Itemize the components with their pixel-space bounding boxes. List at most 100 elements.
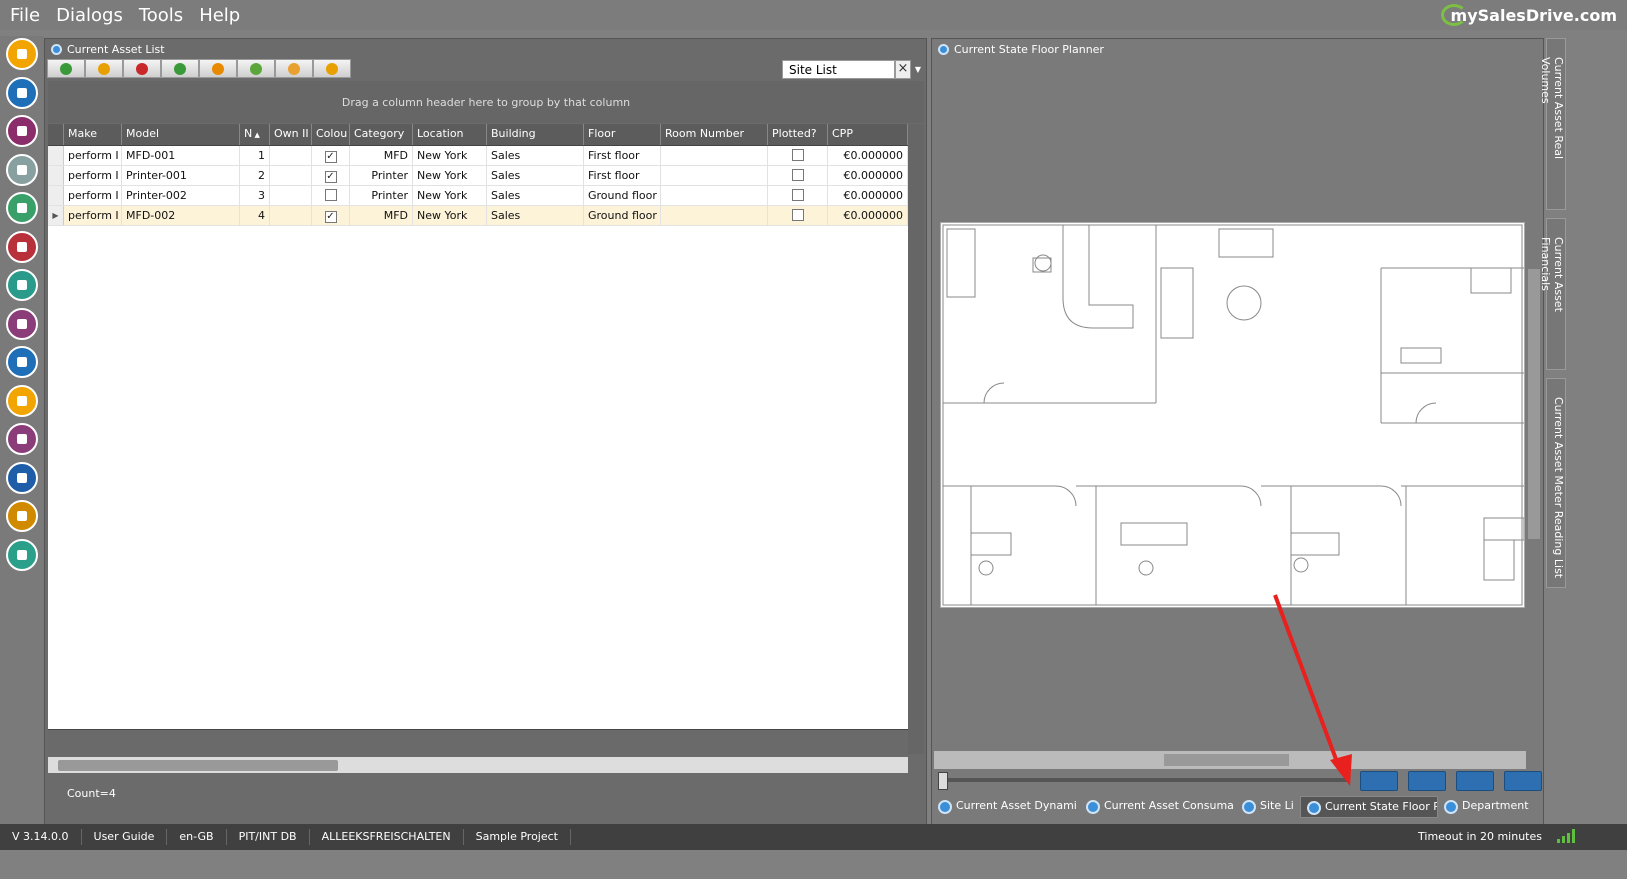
col-room[interactable]: Room Number <box>661 124 768 145</box>
col-location[interactable]: Location <box>413 124 487 145</box>
floor-vertical-scrollbar[interactable] <box>1526 59 1542 751</box>
col-own[interactable]: Own II <box>270 124 312 145</box>
colour-checkbox[interactable] <box>324 189 337 201</box>
colour-checkbox[interactable]: ✓ <box>324 151 337 163</box>
col-model[interactable]: Model <box>122 124 240 145</box>
cell-model: MFD-002 <box>122 206 240 225</box>
document-icon[interactable] <box>6 461 38 494</box>
home-icon[interactable] <box>6 38 38 70</box>
hierarchy-icon[interactable] <box>6 115 38 147</box>
cell-floor: First floor <box>584 166 661 185</box>
cell-category: MFD <box>350 146 413 165</box>
row-indicator <box>48 146 64 165</box>
col-building[interactable]: Building <box>487 124 584 145</box>
tab-asset-dynamics[interactable]: Current Asset Dynami <box>932 796 1080 818</box>
menu-file[interactable]: File <box>10 5 40 26</box>
menu-dialogs[interactable]: Dialogs <box>56 5 123 26</box>
col-make[interactable]: Make <box>64 124 122 145</box>
user-guide-link[interactable]: User Guide <box>82 829 168 845</box>
project-label[interactable]: Sample Project <box>464 829 571 845</box>
settings-button[interactable] <box>199 59 237 78</box>
handshake-icon[interactable] <box>6 384 38 417</box>
cell-room <box>661 166 768 185</box>
tab-real-volumes[interactable]: Current Asset Real Volumes <box>1539 38 1566 210</box>
table-row[interactable]: perform I MFD-001 1 ✓ MFD New York Sales First … <box>48 146 908 166</box>
remove-button[interactable] <box>123 59 161 78</box>
cell-make: perform I <box>64 206 122 225</box>
plotted-checkbox[interactable] <box>791 209 804 221</box>
zoom-slider-handle[interactable] <box>938 772 948 790</box>
target-icon[interactable] <box>6 346 38 378</box>
locale-label[interactable]: en-GB <box>167 829 227 845</box>
grid-vertical-scrollbar[interactable] <box>908 124 924 754</box>
table-row[interactable]: perform I Printer-002 3 Printer New York Sale… <box>48 186 908 206</box>
table-row[interactable]: perform I Printer-001 2 ✓ Printer New York Sal… <box>48 166 908 186</box>
site-list-clear-button[interactable]: × <box>895 60 911 79</box>
cell-building: Sales <box>487 166 584 185</box>
gear-button[interactable] <box>1504 771 1542 791</box>
col-n[interactable]: N ▲ <box>240 124 270 145</box>
folder-icon[interactable] <box>6 76 38 109</box>
cell-plotted <box>768 206 828 225</box>
bar-chart-icon[interactable] <box>6 423 38 455</box>
save-button[interactable] <box>1456 771 1494 791</box>
col-plotted[interactable]: Plotted? <box>768 124 828 145</box>
menu-help[interactable]: Help <box>199 5 240 26</box>
refresh-button[interactable] <box>85 59 123 78</box>
sync-button[interactable] <box>313 59 351 78</box>
col-floor[interactable]: Floor <box>584 124 661 145</box>
briefcase-icon[interactable] <box>6 500 38 532</box>
col-category[interactable]: Category <box>350 124 413 145</box>
tab-floor-planner[interactable]: Current State Floor P <box>1300 796 1438 818</box>
trend-icon[interactable] <box>6 269 38 301</box>
grid-horizontal-scrollbar[interactable] <box>48 757 908 773</box>
cell-model: MFD-001 <box>122 146 240 165</box>
scroll-icon[interactable] <box>6 192 38 224</box>
binoculars-icon[interactable] <box>6 153 38 186</box>
tab-site-list[interactable]: Site Li <box>1236 796 1300 818</box>
brand-logo: mySalesDrive.com <box>1440 4 1617 26</box>
scroll-thumb[interactable] <box>1528 269 1540 539</box>
site-list-input[interactable]: Site List <box>782 60 895 79</box>
tab-financials[interactable]: Current Asset Financials <box>1539 218 1566 370</box>
cell-own <box>270 206 312 225</box>
colour-checkbox[interactable]: ✓ <box>324 211 337 223</box>
cell-floor: First floor <box>584 146 661 165</box>
scroll-thumb[interactable] <box>58 760 338 771</box>
plotted-checkbox[interactable] <box>791 189 804 201</box>
chart-icon[interactable] <box>6 230 38 263</box>
vertical-tabs: Current Asset Real Volumes Current Asset… <box>1539 38 1566 598</box>
cell-floor: Ground floor <box>584 186 661 205</box>
floor-horizontal-scrollbar[interactable] <box>934 751 1526 769</box>
col-colour[interactable]: Colou <box>312 124 350 145</box>
unlock-label[interactable]: ALLEEKSFREISCHALTEN <box>310 829 464 845</box>
plotted-checkbox[interactable] <box>791 169 804 181</box>
move-button[interactable] <box>161 59 199 78</box>
edit-button[interactable] <box>237 59 275 78</box>
chevron-down-icon[interactable]: ▼ <box>911 60 925 79</box>
menu-tools[interactable]: Tools <box>139 5 183 26</box>
database-icon[interactable] <box>6 538 38 571</box>
colour-checkbox[interactable]: ✓ <box>324 171 337 183</box>
eye-icon[interactable] <box>6 307 38 340</box>
cell-n: 2 <box>240 166 270 185</box>
add-button[interactable] <box>47 59 85 78</box>
cell-own <box>270 166 312 185</box>
tab-meter-reading[interactable]: Current Asset Meter Reading List <box>1546 378 1566 588</box>
cell-plotted <box>768 146 828 165</box>
floor-plan-canvas[interactable] <box>940 222 1525 608</box>
group-by-area[interactable]: Drag a column header here to group by th… <box>48 81 924 123</box>
tab-asset-consumables[interactable]: Current Asset Consuma <box>1080 796 1236 818</box>
cell-colour <box>312 186 350 205</box>
table-row[interactable]: ▶ perform I MFD-002 4 ✓ MFD New York Sales Groun… <box>48 206 908 226</box>
asset-list-panel: Current Asset List Site List × ▼ Drag a … <box>44 38 927 826</box>
tab-department[interactable]: Department <box>1438 796 1538 818</box>
print-button[interactable] <box>1408 771 1446 791</box>
cell-cpp: €0.000000 <box>828 186 908 205</box>
grid-header: Make Model N ▲ Own II Colou Category Loc… <box>48 124 908 146</box>
col-cpp[interactable]: CPP <box>828 124 908 145</box>
target-button[interactable] <box>275 59 313 78</box>
database-label[interactable]: PIT/INT DB <box>227 829 310 845</box>
expand-button[interactable] <box>1360 771 1398 791</box>
plotted-checkbox[interactable] <box>791 149 804 161</box>
